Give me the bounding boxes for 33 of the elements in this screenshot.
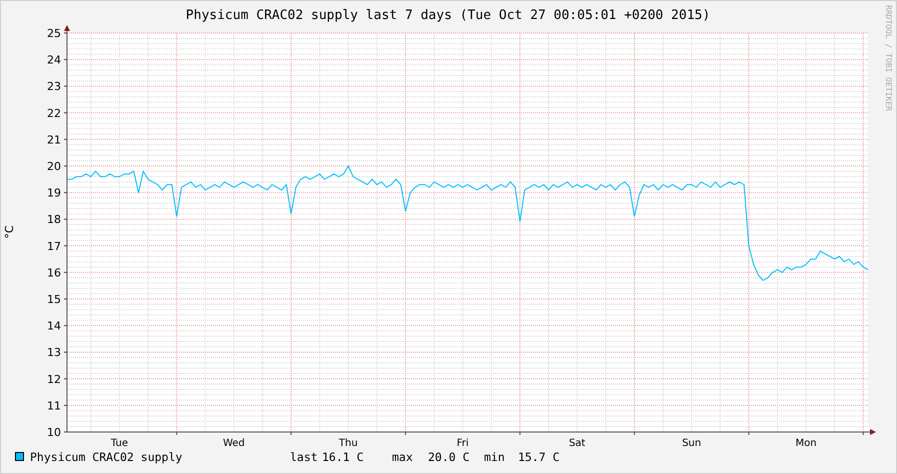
axis-label: Fri xyxy=(456,438,469,449)
axis-label: 24 xyxy=(47,54,61,67)
stat-label: min xyxy=(484,450,505,464)
axis-label: Mon xyxy=(795,438,817,449)
axis-label: 16 xyxy=(47,266,61,280)
axis-label: 19 xyxy=(47,186,61,200)
legend-label: Physicum CRAC02 supply xyxy=(30,450,182,464)
axis-label: 17 xyxy=(47,240,61,253)
stat-label: max xyxy=(392,450,413,464)
axis-label: 13 xyxy=(47,346,61,360)
axis-label: 18 xyxy=(47,213,61,226)
stat-value: 16.1 C xyxy=(322,450,364,464)
axis-label: Sat xyxy=(568,438,586,449)
credit-text: RRDTOOL / TOBI OETIKER xyxy=(884,5,893,111)
axis-label: Wed xyxy=(222,438,245,449)
axis-label: 20 xyxy=(47,160,61,173)
axis-label: 11 xyxy=(47,399,61,412)
axis-label: 23 xyxy=(47,80,61,94)
axis-label: Sun xyxy=(682,438,702,449)
axis-title: °C xyxy=(3,225,16,239)
stat-label: last xyxy=(290,450,318,464)
axis-label: 21 xyxy=(47,133,61,146)
axis-label: 22 xyxy=(47,106,61,120)
axis-label: 25 xyxy=(47,27,61,40)
chart-title: Physicum CRAC02 supply last 7 days (Tue Oct 27 00:05:01 +0200 2015) xyxy=(186,8,710,23)
axis-label: 15 xyxy=(47,293,61,306)
axis-label: Thu xyxy=(338,438,358,449)
stat-value: 20.0 C xyxy=(428,450,470,464)
axis-label: 10 xyxy=(47,426,61,439)
stat-value: 15.7 C xyxy=(518,450,560,464)
axis-label: Tue xyxy=(110,438,128,449)
axis-label: 12 xyxy=(47,372,61,386)
axis-label: 14 xyxy=(47,320,61,333)
